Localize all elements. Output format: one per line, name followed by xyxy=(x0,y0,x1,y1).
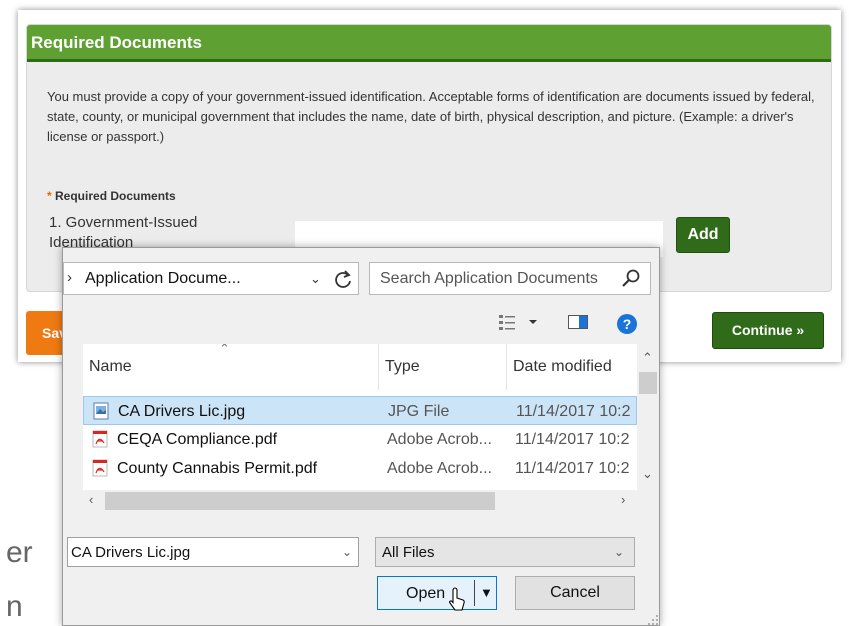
address-text: Application Docume... xyxy=(85,270,241,287)
background-text-fragment: er xyxy=(6,536,33,569)
file-name: County Cannabis Permit.pdf xyxy=(117,460,318,477)
file-name: CEQA Compliance.pdf xyxy=(117,431,278,448)
refresh-icon[interactable] xyxy=(330,266,356,292)
column-name-label: Name xyxy=(89,358,132,375)
file-name-value: CA Drivers Lic.jpg xyxy=(71,544,191,561)
vertical-scroll-thumb[interactable] xyxy=(639,372,657,394)
open-button-label: Open xyxy=(406,585,446,602)
pdf-file-icon xyxy=(92,430,108,448)
chevron-down-icon[interactable]: ⌄ xyxy=(342,545,352,559)
file-row[interactable]: CA Drivers Lic.jpg JPG File 11/14/2017 1… xyxy=(83,396,637,425)
file-type: JPG File xyxy=(388,403,450,420)
search-placeholder: Search Application Documents xyxy=(380,270,598,287)
scroll-up-icon[interactable]: ⌃ xyxy=(642,350,653,366)
scroll-down-icon[interactable]: ⌄ xyxy=(642,466,653,482)
horizontal-scroll-thumb[interactable] xyxy=(105,492,495,510)
file-type: Adobe Acrob... xyxy=(387,460,492,477)
search-input[interactable]: Search Application Documents xyxy=(369,262,651,295)
pdf-file-icon xyxy=(92,459,108,477)
search-icon[interactable] xyxy=(620,268,642,290)
card-title: Required Documents xyxy=(27,25,831,62)
open-dropdown-icon[interactable]: ▼ xyxy=(480,585,493,600)
column-header-type[interactable]: Type xyxy=(379,344,507,390)
scroll-left-icon[interactable]: ‹ xyxy=(89,492,93,507)
required-label-text: Required Documents xyxy=(55,189,176,203)
chevron-down-icon[interactable]: ⌄ xyxy=(310,271,321,287)
column-header-name[interactable]: ⌃ Name xyxy=(83,344,379,390)
file-type-filter-value: All Files xyxy=(382,544,435,561)
instructions-text: You must provide a copy of your governme… xyxy=(47,89,815,144)
file-row[interactable]: CEQA Compliance.pdf Adobe Acrob... 11/14… xyxy=(83,425,637,454)
file-name-input[interactable]: CA Drivers Lic.jpg ⌄ xyxy=(67,537,359,567)
file-date: 11/14/2017 10:2 xyxy=(515,460,630,477)
scroll-right-icon[interactable]: › xyxy=(621,492,625,507)
view-dropdown-icon[interactable] xyxy=(527,312,539,332)
view-options-icon[interactable] xyxy=(497,312,519,332)
required-marker: * xyxy=(47,189,52,203)
cancel-button[interactable]: Cancel xyxy=(515,576,635,610)
split-divider xyxy=(474,580,475,606)
mouse-cursor-icon xyxy=(449,587,465,611)
file-list[interactable]: ⌃ Name Type Date modified CA Drivers Lic… xyxy=(83,344,659,512)
resize-grip-icon[interactable] xyxy=(647,614,659,626)
continue-button[interactable]: Continue » xyxy=(712,312,824,349)
preview-pane-icon[interactable] xyxy=(567,312,589,332)
sort-up-icon: ⌃ xyxy=(219,344,230,356)
file-row[interactable]: County Cannabis Permit.pdf Adobe Acrob..… xyxy=(83,454,637,483)
required-label: * Required Documents xyxy=(47,189,176,203)
image-file-icon xyxy=(93,402,109,420)
vertical-scrollbar[interactable]: ⌃ ⌄ xyxy=(637,344,659,490)
file-type: Adobe Acrob... xyxy=(387,431,492,448)
help-icon[interactable]: ? xyxy=(616,313,638,335)
add-button[interactable]: Add xyxy=(676,217,730,253)
open-button[interactable]: Open ▼ xyxy=(377,576,497,610)
chevron-right-icon: › xyxy=(67,269,72,286)
file-date: 11/14/2017 10:2 xyxy=(515,431,630,448)
column-date-label: Date modified xyxy=(513,358,612,375)
file-type-filter[interactable]: All Files ⌄ xyxy=(375,537,635,567)
file-open-dialog: › Application Docume... ⌄ Search Applica… xyxy=(62,247,660,626)
chevron-down-icon: ⌄ xyxy=(614,545,625,559)
file-date: 11/14/2017 10:2 xyxy=(516,403,631,420)
horizontal-scrollbar[interactable]: ‹ › xyxy=(83,490,659,512)
column-type-label: Type xyxy=(385,358,420,375)
file-name: CA Drivers Lic.jpg xyxy=(118,403,246,420)
background-text-fragment: n xyxy=(6,590,23,623)
svg-text:?: ? xyxy=(623,316,632,332)
column-header-date[interactable]: Date modified xyxy=(507,344,637,390)
address-bar[interactable]: › Application Docume... ⌄ xyxy=(63,262,359,295)
